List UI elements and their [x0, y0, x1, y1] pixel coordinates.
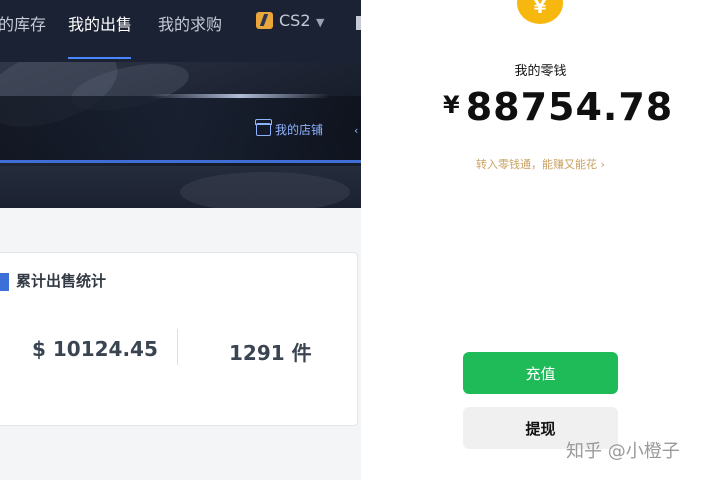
wallet-balance: ¥88754.78	[443, 85, 673, 129]
chevron-down-icon[interactable]: ▼	[316, 16, 324, 29]
balance-currency: ¥	[443, 91, 460, 119]
wallet-panel: ¥ 我的零钱 ¥88754.78 转入零钱通，能赚又能花 › 充值 提现 知乎 …	[361, 0, 720, 480]
total-sales-count: 1291 件	[229, 341, 312, 365]
top-navigation: 的库存 我的出售 我的求购 CS2 ▼	[0, 0, 361, 62]
total-sales-amount: $ 10124.45	[32, 337, 158, 361]
my-shop-link[interactable]: 我的店铺	[255, 119, 324, 138]
nav-tab-my-buy-orders[interactable]: 我的求购	[158, 11, 222, 35]
active-tab-indicator	[68, 57, 131, 59]
stat-divider	[177, 329, 178, 365]
card-title: 累计出售统计	[16, 272, 107, 290]
trading-site-panel: 的库存 我的出售 我的求购 CS2 ▼ 我的店铺 ‹ 累计出售统计 $ 1012…	[0, 0, 361, 480]
recharge-button[interactable]: 充值	[463, 352, 618, 394]
transfer-promo-link[interactable]: 转入零钱通，能赚又能花 ›	[361, 156, 720, 172]
nav-tab-my-sales[interactable]: 我的出售	[68, 11, 132, 35]
watermark-text: 知乎 @小橙子	[566, 441, 680, 462]
wallet-label: 我的零钱	[514, 64, 567, 79]
my-shop-label: 我的店铺	[275, 123, 324, 137]
shop-icon	[255, 119, 272, 136]
chevron-left-icon[interactable]: ‹	[354, 124, 358, 137]
banner-glow	[150, 94, 330, 98]
cs2-game-icon[interactable]	[256, 12, 273, 29]
nav-tab-inventory[interactable]: 的库存	[0, 11, 46, 35]
coin-symbol: ¥	[533, 0, 547, 18]
game-selector-label[interactable]: CS2	[279, 11, 311, 30]
card-title-marker	[0, 273, 9, 291]
banner-lower-artwork	[180, 172, 350, 208]
balance-amount: 88754.78	[465, 85, 674, 129]
wallet-coin-icon: ¥	[517, 0, 563, 24]
sales-stats-card: 累计出售统计 $ 10124.45 1291 件	[0, 252, 358, 426]
